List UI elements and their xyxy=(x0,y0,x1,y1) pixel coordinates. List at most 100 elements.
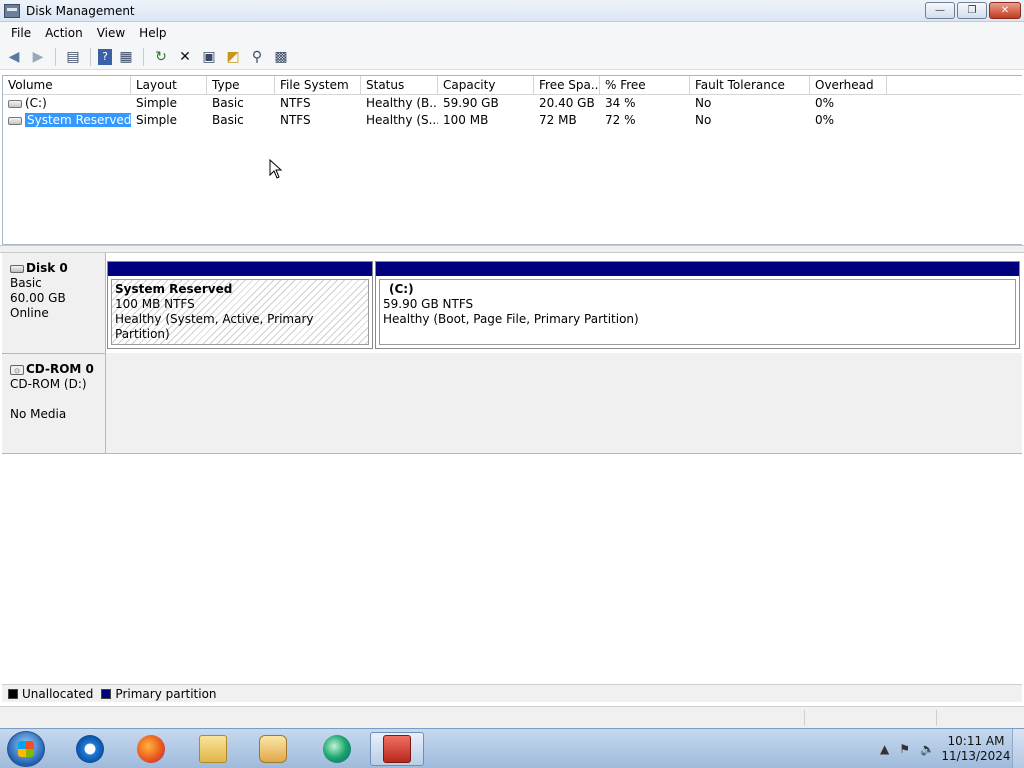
column-percent-free[interactable]: % Free xyxy=(600,76,690,95)
column-overhead[interactable]: Overhead xyxy=(810,76,887,95)
primary-partition-bar xyxy=(108,262,372,276)
partition-c-drive[interactable]: (C:) 59.90 GB NTFS Healthy (Boot, Page F… xyxy=(375,261,1020,349)
volume-muted-icon[interactable]: 🔈 xyxy=(920,742,935,756)
partition-name: (C:) xyxy=(389,282,414,296)
partition-body: System Reserved 100 MB NTFS Healthy (Sys… xyxy=(111,279,369,345)
window-title: Disk Management xyxy=(26,3,135,18)
media-player-icon xyxy=(259,735,287,763)
partition-size: 100 MB NTFS xyxy=(115,297,195,311)
percent-free-cell: 72 % xyxy=(605,113,636,127)
open-icon[interactable]: ◩ xyxy=(223,47,243,67)
taskbar-computer-management[interactable] xyxy=(370,732,424,766)
cdrom-0-label[interactable]: CD-ROM 0 CD-ROM (D:) No Media xyxy=(2,354,106,453)
status-segment xyxy=(936,710,937,726)
action-center-icon[interactable]: ⚑ xyxy=(899,742,910,756)
drive-icon xyxy=(8,99,22,108)
computer-management-icon xyxy=(383,735,411,763)
file-explorer-icon xyxy=(199,735,227,763)
menu-file[interactable]: File xyxy=(4,26,38,40)
drive-icon xyxy=(8,116,22,125)
column-fault-tolerance[interactable]: Fault Tolerance xyxy=(690,76,810,95)
toolbar-separator xyxy=(143,47,144,66)
show-hidden-icons-icon[interactable]: ▲ xyxy=(880,742,889,756)
status-bar xyxy=(0,706,1024,728)
delete-icon[interactable]: ✕ xyxy=(175,47,195,67)
table-row[interactable]: (C:) Simple Basic NTFS Healthy (B... 59.… xyxy=(3,95,1022,112)
column-layout[interactable]: Layout xyxy=(131,76,207,95)
pane-splitter[interactable] xyxy=(0,245,1024,253)
partition-status: Healthy (System, Active, Primary Partiti… xyxy=(115,312,314,341)
close-button[interactable]: ✕ xyxy=(989,2,1021,19)
menu-bar: File Action View Help xyxy=(0,22,1024,44)
volume-name: System Reserved xyxy=(25,113,131,127)
type-cell: Basic xyxy=(212,113,244,127)
disk-management-icon xyxy=(4,3,20,18)
refresh-icon[interactable]: ↻ xyxy=(151,47,171,67)
table-row[interactable]: System Reserved Simple Basic NTFS Health… xyxy=(3,112,1022,129)
partition-name: System Reserved xyxy=(115,282,233,296)
capacity-cell: 59.90 GB xyxy=(443,96,499,110)
disk-type: CD-ROM (D:) xyxy=(10,377,87,391)
disk-0-label[interactable]: Disk 0 Basic 60.00 GB Online xyxy=(2,253,106,353)
fault-tolerance-cell: No xyxy=(695,96,712,110)
disk-state: No Media xyxy=(10,407,67,421)
partition-status: Healthy (Boot, Page File, Primary Partit… xyxy=(383,312,639,326)
column-type[interactable]: Type xyxy=(207,76,275,95)
volume-list: Volume Layout Type File System Status Ca… xyxy=(2,75,1022,245)
volume-name: (C:) xyxy=(25,96,47,110)
column-free-space[interactable]: Free Spa... xyxy=(534,76,600,95)
file-system-cell: NTFS xyxy=(280,96,311,110)
clock-time: 10:11 AM xyxy=(947,734,1005,748)
taskbar-internet-explorer[interactable] xyxy=(63,732,117,766)
menu-view[interactable]: View xyxy=(90,26,132,40)
partition-system-reserved[interactable]: System Reserved 100 MB NTFS Healthy (Sys… xyxy=(107,261,373,349)
mouse-cursor xyxy=(269,159,283,179)
minimize-button[interactable]: — xyxy=(925,2,955,19)
column-status[interactable]: Status xyxy=(361,76,438,95)
overhead-cell: 0% xyxy=(815,96,835,110)
column-volume[interactable]: Volume xyxy=(3,76,131,95)
taskbar-firefox[interactable] xyxy=(124,732,178,766)
menu-help[interactable]: Help xyxy=(132,26,173,40)
properties-icon[interactable]: ▣ xyxy=(199,47,219,67)
layout-cell: Simple xyxy=(136,96,177,110)
title-bar: Disk Management — ❐ ✕ xyxy=(0,0,1024,22)
back-arrow-icon[interactable]: ◀ xyxy=(4,47,24,67)
free-space-cell: 72 MB xyxy=(539,113,577,127)
disk-row-divider xyxy=(2,453,1022,454)
hard-disk-icon xyxy=(10,264,24,273)
show-desktop-button[interactable] xyxy=(1012,729,1024,768)
properties-pane-icon[interactable]: ▦ xyxy=(116,47,136,67)
status-segment xyxy=(804,710,805,726)
disk-state: Online xyxy=(10,306,49,320)
taskbar-file-explorer[interactable] xyxy=(186,732,240,766)
disk-type: Basic xyxy=(10,276,42,290)
taskbar-browser[interactable] xyxy=(310,732,364,766)
firefox-icon xyxy=(137,735,165,763)
taskbar-media-player[interactable] xyxy=(246,732,300,766)
menu-action[interactable]: Action xyxy=(38,26,90,40)
free-space-cell: 20.40 GB xyxy=(539,96,595,110)
cdrom-media-area[interactable] xyxy=(106,353,1022,453)
column-capacity[interactable]: Capacity xyxy=(438,76,534,95)
toolbar: ◀ ▶ ▤ ? ▦ ↻ ✕ ▣ ◩ ⚲ ▩ xyxy=(0,44,1024,70)
clock-date: 11/13/2024 xyxy=(941,749,1011,763)
clock[interactable]: 10:11 AM 11/13/2024 xyxy=(940,734,1012,764)
overhead-cell: 0% xyxy=(815,113,835,127)
manage-icon[interactable]: ▩ xyxy=(271,47,291,67)
forward-arrow-icon[interactable]: ▶ xyxy=(28,47,48,67)
explore-icon[interactable]: ⚲ xyxy=(247,47,267,67)
console-icon[interactable]: ▤ xyxy=(63,47,83,67)
disk-name: CD-ROM 0 xyxy=(26,362,94,376)
toolbar-separator xyxy=(55,47,56,66)
primary-partition-bar xyxy=(376,262,1019,276)
cd-drive-icon xyxy=(10,364,24,375)
column-file-system[interactable]: File System xyxy=(275,76,361,95)
restore-button[interactable]: ❐ xyxy=(957,2,987,19)
legend-swatch-unallocated xyxy=(8,688,18,699)
layout-cell: Simple xyxy=(136,113,177,127)
help-icon[interactable]: ? xyxy=(98,48,112,65)
fault-tolerance-cell: No xyxy=(695,113,712,127)
start-button[interactable] xyxy=(7,731,45,767)
